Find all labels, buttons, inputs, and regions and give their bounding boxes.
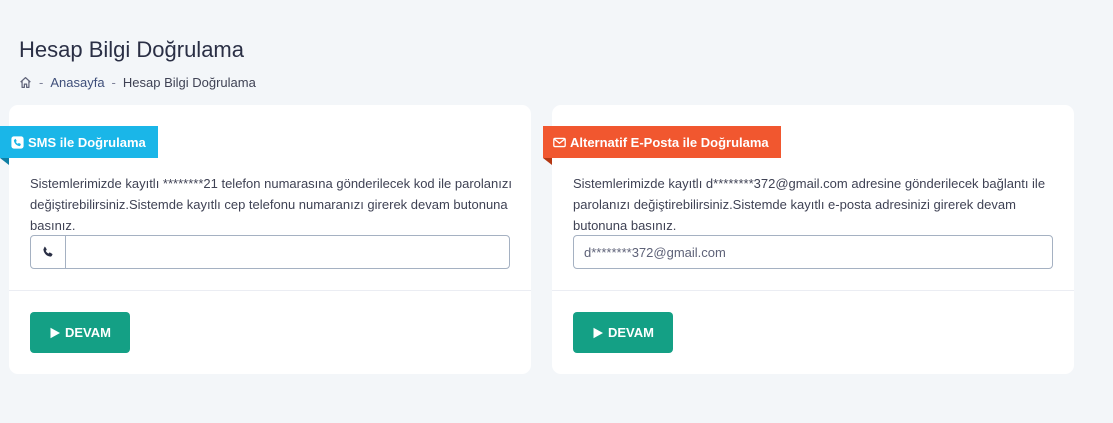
breadcrumb-separator: - — [39, 75, 44, 90]
email-continue-button[interactable]: DEVAM — [573, 312, 673, 353]
email-ribbon-label: Alternatif E-Posta ile Doğrulama — [570, 134, 769, 150]
card-divider — [552, 290, 1074, 291]
email-ribbon: Alternatif E-Posta ile Doğrulama — [543, 126, 781, 165]
phone-number-input[interactable] — [66, 236, 509, 268]
sms-description: Sistemlerimizde kayıtlı ********21 telef… — [30, 176, 512, 233]
envelope-icon — [553, 136, 566, 149]
email-continue-label: DEVAM — [608, 325, 654, 340]
sms-ribbon: SMS ile Doğrulama — [0, 126, 158, 165]
card-divider — [9, 290, 531, 291]
phone-icon — [31, 236, 66, 268]
email-description: Sistemlerimizde kayıtlı d********372@gma… — [573, 176, 1046, 233]
phone-square-icon — [11, 135, 24, 149]
phone-input-group — [30, 235, 510, 269]
home-icon[interactable] — [19, 76, 32, 89]
sms-ribbon-label: SMS ile Doğrulama — [28, 134, 146, 150]
breadcrumb-item-home[interactable]: Anasayfa — [50, 75, 104, 90]
breadcrumb: - Anasayfa - Hesap Bilgi Doğrulama — [19, 75, 256, 90]
sms-verification-card: SMS ile Doğrulama Sistemlerimizde kayıtl… — [0, 105, 531, 374]
play-icon — [49, 327, 61, 339]
email-verification-card: Alternatif E-Posta ile Doğrulama Sisteml… — [543, 105, 1074, 374]
breadcrumb-item-current: Hesap Bilgi Doğrulama — [122, 75, 256, 90]
sms-continue-label: DEVAM — [65, 325, 111, 340]
sms-continue-button[interactable]: DEVAM — [30, 312, 130, 353]
breadcrumb-separator: - — [111, 75, 116, 90]
email-input[interactable] — [573, 235, 1053, 269]
page-title: Hesap Bilgi Doğrulama — [19, 37, 244, 62]
play-icon — [592, 327, 604, 339]
